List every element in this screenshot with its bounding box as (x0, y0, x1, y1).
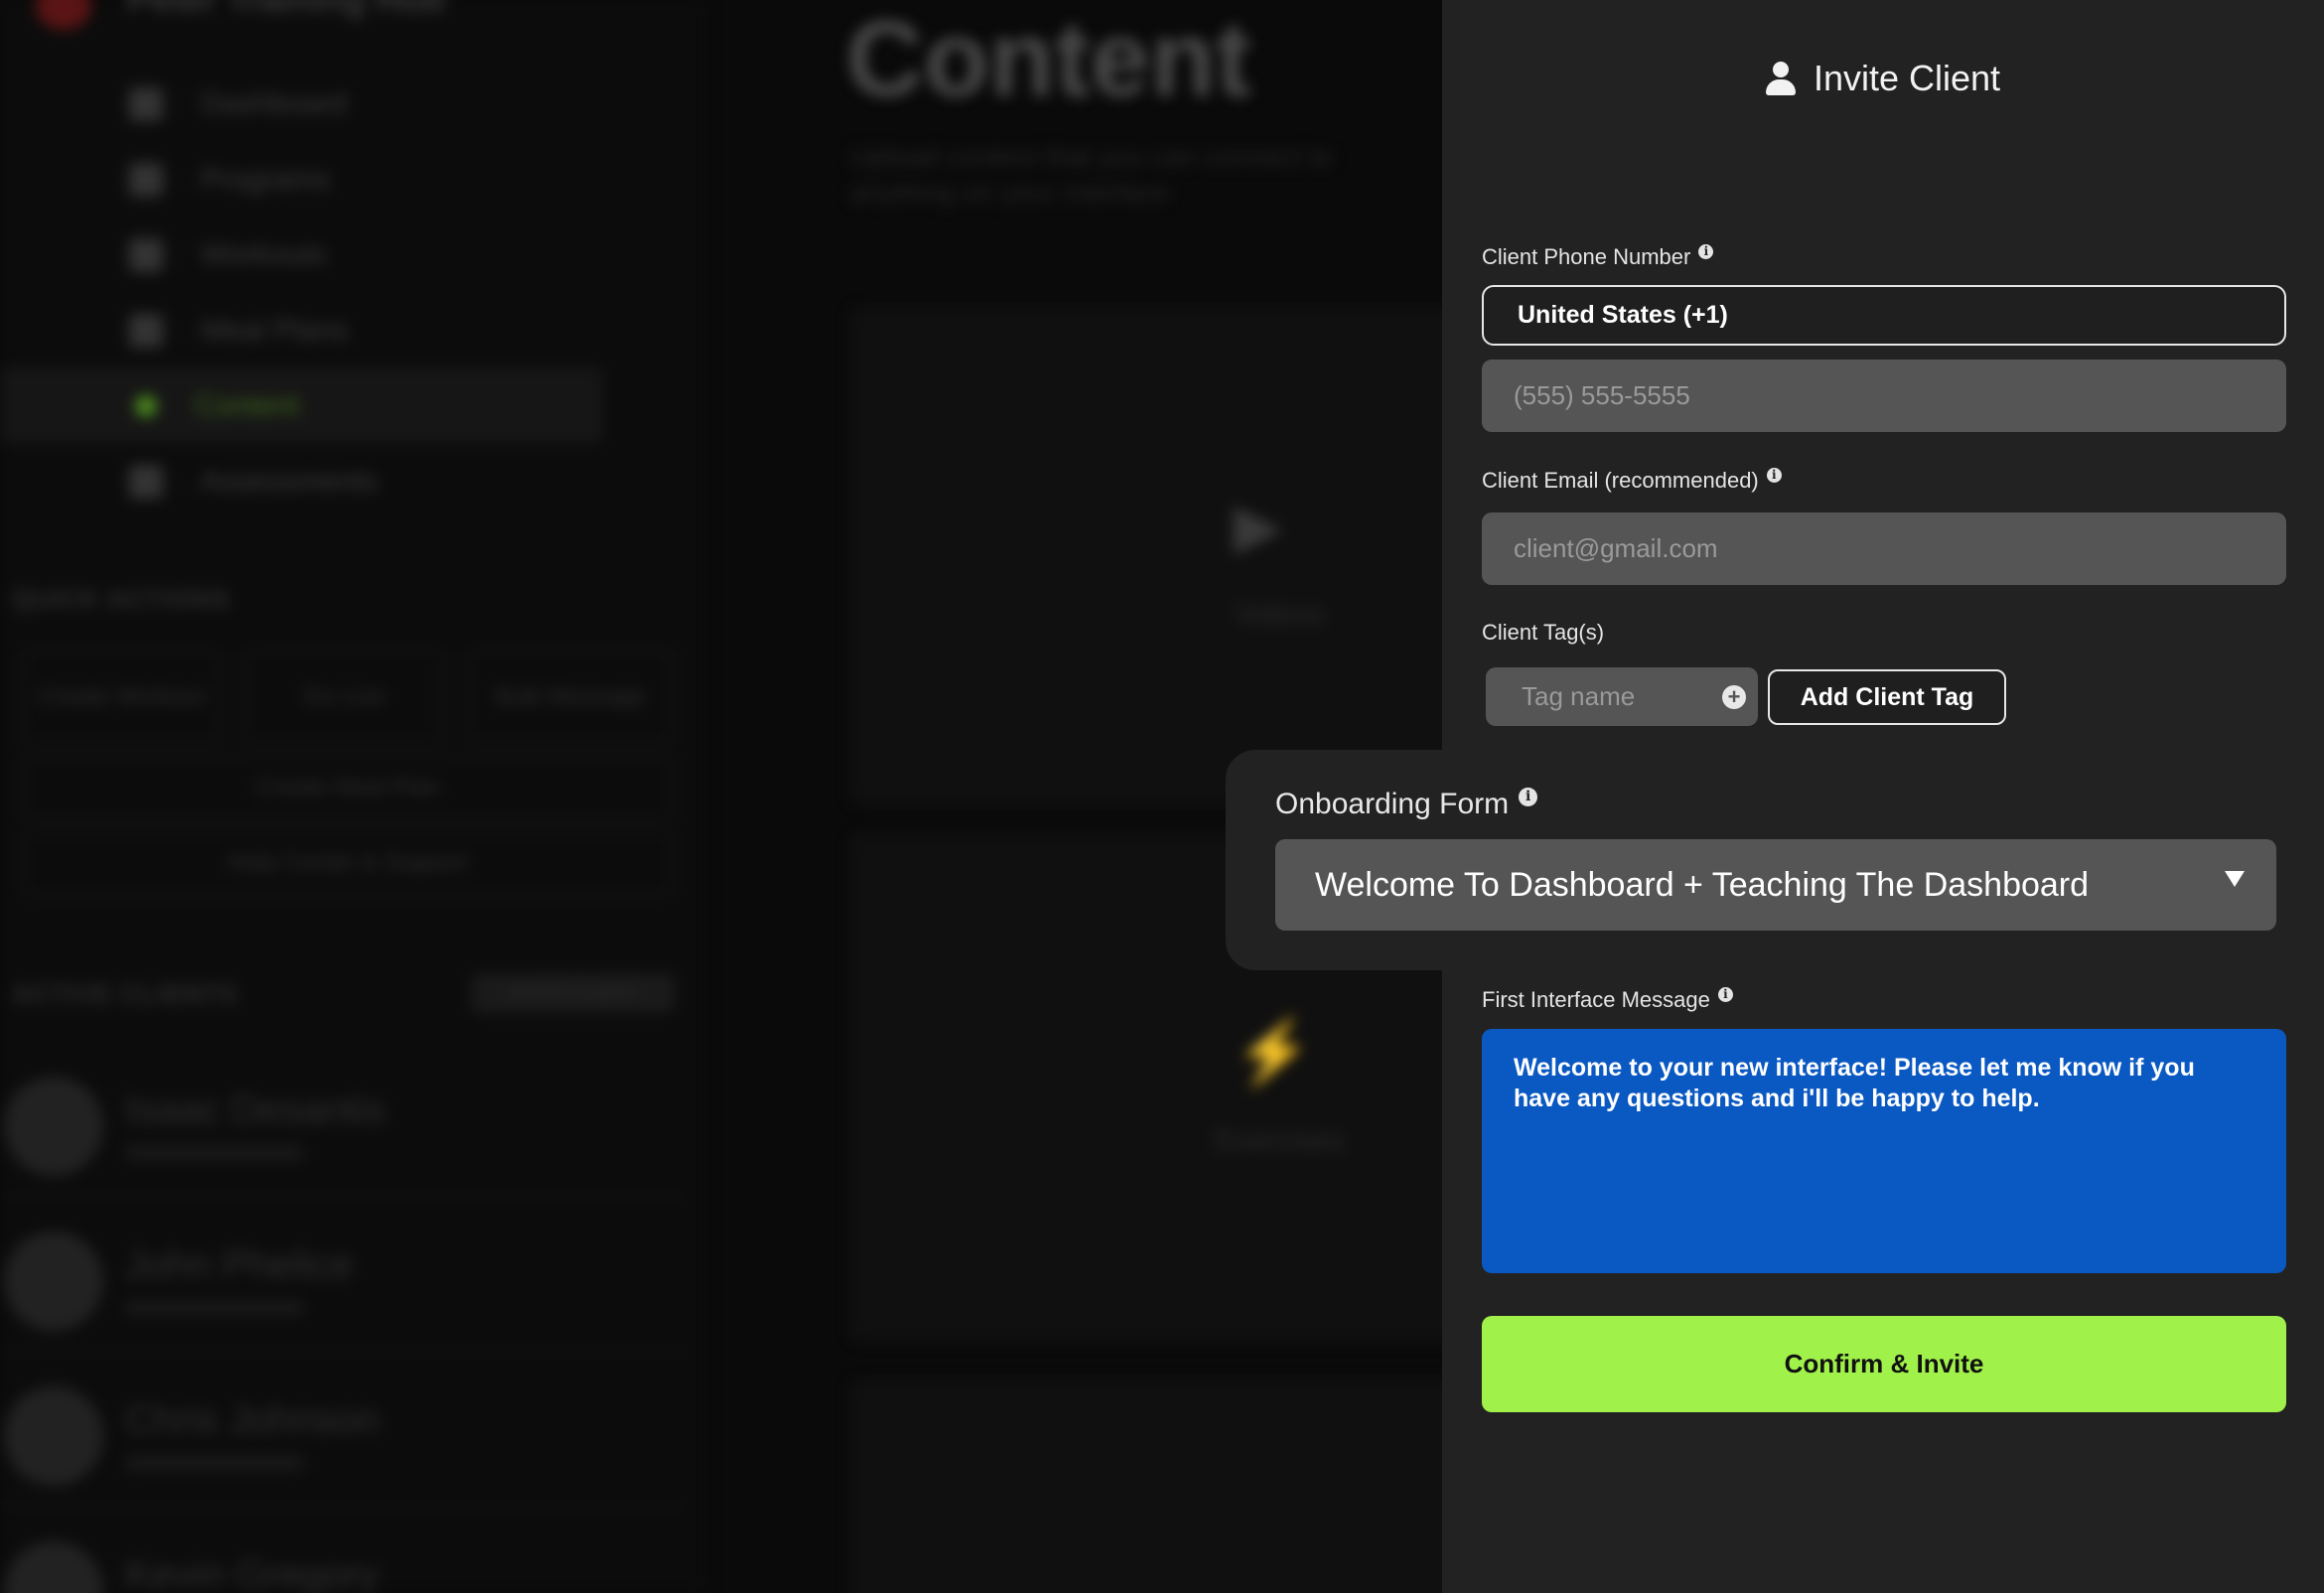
email-label: Client Email (recommended) i (1482, 467, 1782, 494)
programs-icon (129, 163, 163, 197)
client-name: Chris Johnson (125, 1398, 379, 1442)
client-name: John Phelice (125, 1243, 354, 1287)
sidebar-item-dashboard[interactable]: Dashboard (129, 79, 347, 129)
info-icon[interactable]: i (1698, 243, 1714, 259)
home-icon (129, 87, 163, 121)
avatar (4, 1541, 103, 1593)
client-name: Isaac Desantis (125, 1088, 386, 1132)
lightning-icon: ⚡ (1234, 1016, 1313, 1087)
workout-icon (129, 238, 163, 272)
sidebar: Peter Training Hub Dashboard Programs Wo… (0, 0, 707, 1593)
assessment-icon (129, 465, 163, 499)
tags-label: Client Tag(s) (1482, 620, 1605, 645)
phone-label-text: Client Phone Number (1482, 244, 1691, 269)
go-live-button[interactable]: Go Live (244, 650, 443, 745)
message-label-text: First Interface Message (1482, 987, 1710, 1012)
avatar (4, 1386, 103, 1486)
sidebar-item-meal-plans[interactable]: Meal Plans (129, 306, 348, 356)
email-input[interactable]: client@gmail.com (1482, 512, 2286, 585)
create-meal-plan-button[interactable]: Create Meal Plan (22, 755, 673, 820)
client-row[interactable]: John Phelice (0, 1204, 685, 1353)
drawer-title: Invite Client (1813, 58, 2001, 98)
client-row[interactable]: Kevin Gregory (0, 1514, 685, 1593)
card-label: Exercises (1214, 1124, 1345, 1157)
content-card[interactable] (850, 1380, 1486, 1593)
onboarding-form-highlight: Onboarding Form i Welcome To Dashboard +… (1226, 750, 2304, 970)
sidebar-item-assessments[interactable]: Assessments (129, 457, 377, 507)
client-row[interactable]: Chris Johnson (0, 1359, 685, 1508)
confirm-invite-button[interactable]: Confirm & Invite (1482, 1316, 2286, 1412)
phone-input[interactable]: (555) 555-5555 (1482, 360, 2286, 432)
sidebar-item-label: Dashboard (201, 87, 347, 120)
onboarding-label-text: Onboarding Form (1275, 788, 1510, 820)
drawer-header: Invite Client (1442, 58, 2324, 99)
invite-client-small-button[interactable]: INVITE CLIENT (471, 973, 675, 1013)
brand-logo (36, 0, 91, 30)
avatar (4, 1077, 103, 1176)
sidebar-item-label: Workouts (201, 238, 327, 271)
add-client-tag-button[interactable]: Add Client Tag (1768, 669, 2006, 725)
sidebar-item-label: Content (195, 389, 300, 422)
sidebar-item-label: Assessments (201, 465, 378, 498)
info-icon[interactable]: i (1717, 986, 1733, 1002)
sidebar-item-content[interactable]: Content (129, 381, 299, 431)
client-subtext (125, 1456, 304, 1470)
content-icon (135, 395, 157, 417)
sidebar-item-programs[interactable]: Programs (129, 155, 330, 205)
country-code-select[interactable]: United States (+1) (1482, 285, 2286, 346)
first-message-textarea[interactable]: Welcome to your new interface! Please le… (1482, 1029, 2286, 1273)
create-workout-button[interactable]: Create Workout (22, 650, 220, 745)
sidebar-item-label: Programs (201, 163, 331, 196)
active-clients-title: ACTIVE CLIENTS (12, 979, 238, 1009)
sidebar-item-label: Meal Plans (201, 314, 349, 347)
nav-active-highlight (0, 367, 602, 443)
sidebar-item-workouts[interactable]: Workouts (129, 230, 326, 280)
avatar (4, 1231, 103, 1331)
onboarding-selected-value: Welcome To Dashboard + Teaching The Dash… (1315, 865, 2090, 904)
plus-circle-icon[interactable]: + (1722, 685, 1746, 709)
meal-icon (129, 314, 163, 348)
play-icon: ▶ (1234, 490, 1283, 561)
onboarding-form-select[interactable]: Welcome To Dashboard + Teaching The Dash… (1275, 839, 2276, 931)
app-root: Peter Training Hub Dashboard Programs Wo… (0, 0, 2324, 1593)
quick-actions-title: QUICK ACTIONS (12, 584, 231, 614)
help-center-button[interactable]: Help Center & Support (22, 830, 673, 896)
info-icon[interactable]: i (1766, 467, 1782, 483)
bulk-message-button[interactable]: Bulk Message (467, 650, 673, 745)
phone-label: Client Phone Number i (1482, 243, 1714, 270)
tag-input-placeholder: Tag name (1522, 681, 1636, 711)
tag-name-input[interactable]: Tag name + (1486, 667, 1758, 726)
brand-name: Peter Training Hub (127, 0, 445, 20)
client-subtext (125, 1146, 304, 1160)
client-name: Kevin Gregory (125, 1553, 379, 1593)
info-icon[interactable]: i (1519, 787, 1538, 806)
page-subtitle: Upload content that you can connect to a… (850, 141, 1333, 208)
message-label: First Interface Message i (1482, 986, 1733, 1013)
content-card-videos[interactable]: ▶ Videos (850, 308, 1486, 804)
user-icon (1765, 62, 1796, 95)
chevron-down-icon (2225, 871, 2245, 887)
card-label: Videos (1234, 598, 1325, 631)
page-title: Content (846, 0, 1251, 118)
client-subtext (125, 1301, 304, 1315)
client-row[interactable]: Isaac Desantis (0, 1049, 685, 1198)
onboarding-label: Onboarding Form i (1275, 787, 1538, 821)
email-label-text: Client Email (recommended) (1482, 468, 1759, 493)
